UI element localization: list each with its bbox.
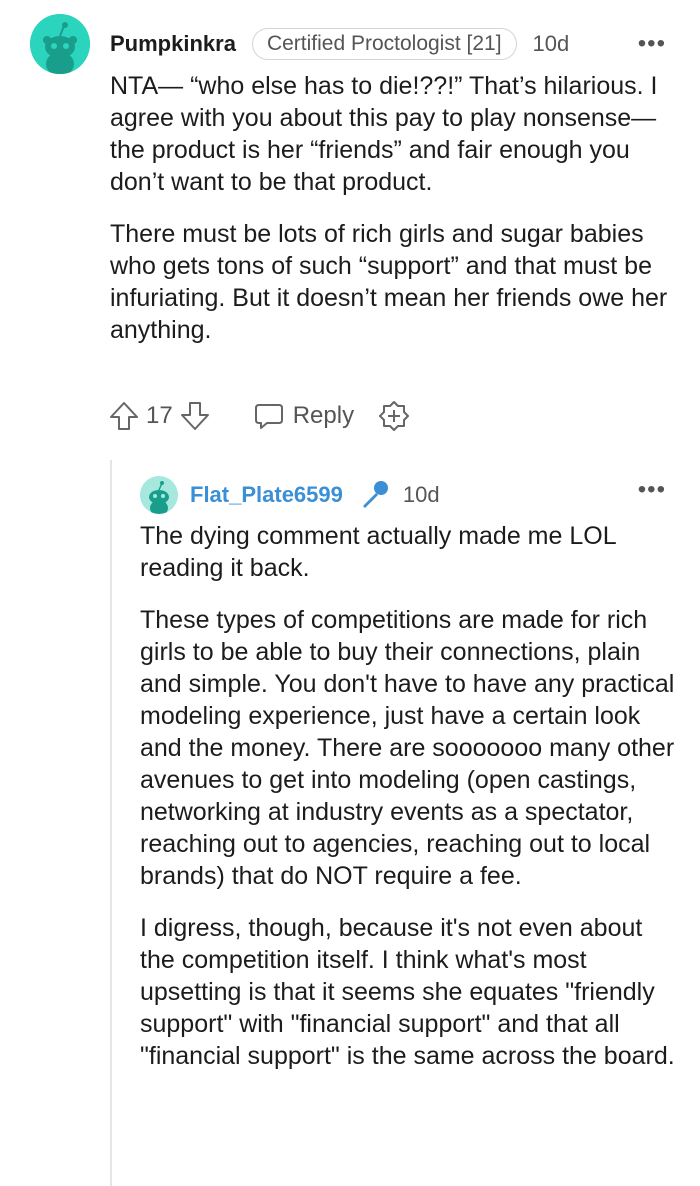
- reply-thread: Flat_Plate6599 10d ••• The dying comment…: [0, 460, 700, 1186]
- comment-paragraph: NTA— “who else has to die!??!” That’s hi…: [110, 72, 658, 196]
- comment-header: Pumpkinkra Certified Proctologist [21] 1…: [110, 24, 569, 64]
- comment-body: NTA— “who else has to die!??!” That’s hi…: [110, 70, 670, 366]
- award-plus-icon[interactable]: [378, 400, 410, 432]
- microphone-icon: [357, 478, 391, 512]
- reply-button[interactable]: Reply: [253, 400, 354, 432]
- reply-label: Reply: [292, 402, 355, 429]
- reply-paragraph: The dying comment actually made me LOL r…: [140, 522, 616, 582]
- reply-username[interactable]: Flat_Plate6599: [190, 482, 343, 508]
- comment-actions: 17 Reply: [108, 400, 410, 432]
- username[interactable]: Pumpkinkra: [110, 31, 236, 57]
- snoo-avatar-icon[interactable]: [30, 14, 90, 74]
- snoo-avatar-icon[interactable]: [140, 476, 178, 514]
- upvote-arrow-icon[interactable]: [108, 400, 140, 432]
- reply-header: Flat_Plate6599 10d: [190, 476, 440, 514]
- thread-line[interactable]: [110, 460, 112, 1186]
- more-options-icon[interactable]: •••: [638, 476, 666, 504]
- reply-timestamp: 10d: [402, 482, 440, 507]
- reply-body: The dying comment actually made me LOL r…: [140, 520, 680, 1092]
- user-flair: Certified Proctologist [21]: [251, 28, 517, 60]
- speech-bubble-icon: [253, 400, 285, 432]
- timestamp: 10d: [532, 31, 570, 56]
- reply-paragraph: These types of competitions are made for…: [140, 606, 675, 890]
- comment-paragraph: There must be lots of rich girls and sug…: [110, 220, 668, 344]
- reply-paragraph: I digress, though, because it's not even…: [140, 914, 675, 1070]
- more-options-icon[interactable]: •••: [638, 30, 666, 58]
- downvote-arrow-icon[interactable]: [179, 400, 211, 432]
- vote-count: 17: [146, 402, 173, 429]
